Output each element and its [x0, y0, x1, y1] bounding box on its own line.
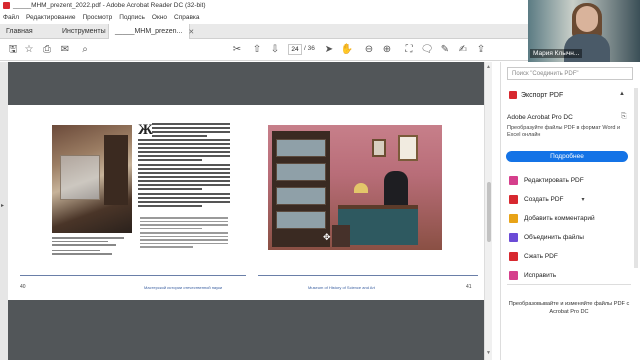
- highlight-icon[interactable]: ✎: [438, 43, 452, 57]
- scroll-up-icon[interactable]: ▲: [486, 64, 491, 70]
- tool-label: Создать PDF: [524, 196, 564, 203]
- zoom-in-icon[interactable]: ⊕: [380, 43, 394, 57]
- tool-label: Объединить файлы: [524, 234, 584, 241]
- menu-bar: Файл Редактирование Просмотр Подпись Окн…: [0, 11, 528, 24]
- left-page-text-column: Ж: [138, 123, 230, 209]
- tools-pane-scrollbar[interactable]: [634, 88, 638, 268]
- left-photo-caption: [52, 237, 132, 257]
- tab-tools-label: Инструменты: [62, 28, 106, 35]
- search-icon[interactable]: ⌕: [78, 43, 92, 57]
- fit-page-icon[interactable]: ⛶: [402, 43, 416, 57]
- previous-page-icon[interactable]: ⇧: [250, 43, 264, 57]
- right-footer-text: Museum of History of Science and Art: [308, 285, 375, 290]
- export-pdf-header[interactable]: Экспорт PDF: [509, 91, 563, 99]
- tools-search-input[interactable]: Поиск "Соединить PDF": [507, 67, 633, 80]
- left-page-photo: [52, 125, 132, 233]
- select-cursor-icon[interactable]: ➤: [322, 43, 336, 57]
- expand-pane-icon[interactable]: ▸: [1, 202, 4, 209]
- tab-bar: Главная Инструменты _____MHM_prezen... ✕: [0, 24, 528, 39]
- tool-fix[interactable]: Исправить: [509, 270, 556, 281]
- comment-tool-icon: [509, 214, 518, 223]
- close-tab-icon[interactable]: ✕: [188, 28, 194, 36]
- tab-document[interactable]: _____MHM_prezen... ✕: [108, 24, 194, 39]
- desk-lamp: [354, 183, 368, 193]
- move-cursor-icon: ✥: [323, 232, 331, 242]
- participant-name: Мария Клычн...: [530, 49, 583, 58]
- right-page-photo: [268, 125, 442, 250]
- page-spread: Ж 40 Мастерской истории отечественной на…: [8, 105, 484, 300]
- comment-icon[interactable]: 🗨: [420, 43, 434, 57]
- combine-files-icon: [509, 233, 518, 242]
- page-number-input[interactable]: 24: [288, 44, 302, 55]
- chair: [332, 225, 350, 247]
- scrollbar-thumb[interactable]: [487, 182, 491, 242]
- left-page-lower-text: [140, 217, 228, 250]
- left-page-number: 40: [20, 284, 26, 290]
- fix-tool-icon: [509, 271, 518, 280]
- pro-title: Adobe Acrobat Pro DC: [507, 114, 573, 121]
- left-footer-text: Мастерской истории отечественной науки: [144, 285, 223, 290]
- wall-portrait: [398, 135, 418, 161]
- tool-edit-pdf[interactable]: Редактировать PDF: [509, 175, 584, 186]
- scroll-down-icon[interactable]: ▼: [486, 350, 491, 356]
- drop-cap: Ж: [138, 122, 153, 138]
- panel-divider: [507, 284, 631, 285]
- menu-view[interactable]: Просмотр: [83, 14, 113, 21]
- menu-help[interactable]: Справка: [174, 14, 200, 21]
- pro-description: Преобразуйте файлы PDF в формат Word и E…: [507, 125, 621, 138]
- left-footer-rule: [20, 275, 246, 276]
- menu-file[interactable]: Файл: [3, 14, 19, 21]
- compress-pdf-icon: [509, 252, 518, 261]
- export-pdf-icon: [509, 91, 517, 99]
- right-footer-rule: [258, 275, 478, 276]
- right-page-number: 41: [466, 284, 472, 290]
- sign-icon[interactable]: ✍: [456, 43, 470, 57]
- menu-sign[interactable]: Подпись: [119, 14, 145, 21]
- share-icon[interactable]: ⇪: [474, 43, 488, 57]
- edit-pdf-icon: [509, 176, 518, 185]
- link-icon[interactable]: ⎘: [621, 113, 627, 121]
- tool-label: Сжать PDF: [524, 253, 558, 260]
- title-bar: _____MHM_prezent_2022.pdf - Adobe Acroba…: [0, 0, 528, 11]
- zoom-watermark: zoom: [512, 312, 572, 339]
- participant-face: [576, 6, 598, 32]
- cut-tool-icon[interactable]: ✂: [230, 43, 244, 57]
- tool-combine-files[interactable]: Объединить файлы: [509, 232, 584, 243]
- more-info-button[interactable]: Подробнее: [506, 151, 628, 162]
- display-cabinet: [272, 131, 330, 247]
- bookmark-star-icon[interactable]: ☆: [22, 43, 36, 57]
- print-icon[interactable]: ⎙: [40, 43, 54, 57]
- tool-label: Добавить комментарий: [524, 215, 595, 222]
- window-title: _____MHM_prezent_2022.pdf - Adobe Acroba…: [13, 2, 206, 9]
- export-pdf-label: Экспорт PDF: [521, 91, 564, 99]
- zoom-out-icon[interactable]: ⊖: [362, 43, 376, 57]
- menu-edit[interactable]: Редактирование: [26, 14, 76, 21]
- tab-tools[interactable]: Инструменты: [56, 24, 108, 39]
- wall-portrait-small: [372, 139, 386, 157]
- create-pdf-icon: [509, 195, 518, 204]
- page-count: / 36: [304, 45, 315, 52]
- tool-add-comment[interactable]: Добавить комментарий: [509, 213, 595, 224]
- save-icon[interactable]: 🖫: [6, 43, 20, 57]
- tool-label: Редактировать PDF: [524, 177, 584, 184]
- chevron-up-icon[interactable]: ▲: [619, 91, 625, 97]
- display-case: [60, 155, 100, 200]
- chevron-down-icon[interactable]: ▾: [582, 196, 585, 203]
- tool-compress-pdf[interactable]: Сжать PDF: [509, 251, 558, 262]
- navigation-pane-strip[interactable]: ▸: [0, 62, 8, 360]
- tool-create-pdf[interactable]: Создать PDF ▾: [509, 194, 585, 205]
- mail-icon[interactable]: ✉: [58, 43, 72, 57]
- acrobat-app-icon: [3, 2, 10, 9]
- document-scrollbar[interactable]: ▲ ▼: [484, 62, 492, 360]
- tab-home-label: Главная: [6, 28, 33, 35]
- zoom-participant-video: Мария Клычн...: [528, 0, 640, 62]
- cabinet: [104, 135, 128, 205]
- tool-label: Исправить: [524, 272, 557, 279]
- tab-home[interactable]: Главная: [0, 24, 56, 39]
- next-page-icon[interactable]: ⇩: [268, 43, 282, 57]
- hand-tool-icon[interactable]: ✋: [340, 43, 354, 57]
- desk: [338, 205, 418, 245]
- tab-document-label: _____MHM_prezen...: [115, 28, 183, 35]
- menu-window[interactable]: Окно: [152, 14, 167, 21]
